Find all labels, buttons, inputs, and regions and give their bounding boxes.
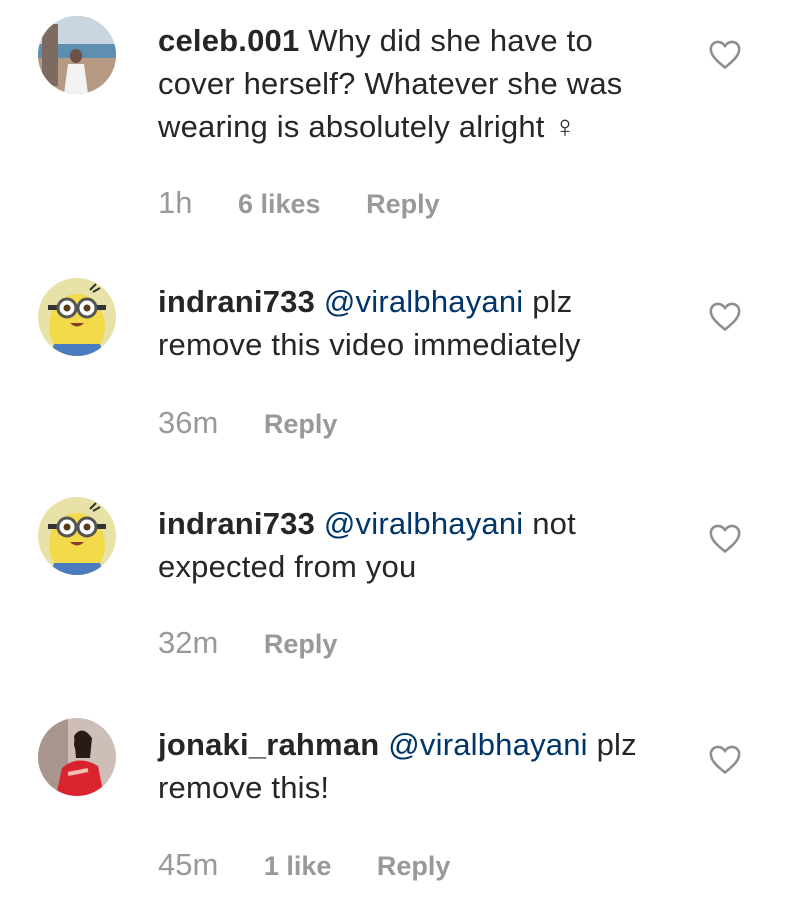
comment-username[interactable]: jonaki_rahman <box>158 727 379 762</box>
like-heart-icon[interactable] <box>708 522 742 554</box>
comment-username[interactable]: indrani733 <box>158 506 315 541</box>
comment-timestamp: 32m <box>158 625 219 660</box>
avatar[interactable] <box>38 497 116 575</box>
comment-likes-count[interactable]: 6 likes <box>238 189 321 219</box>
comment-mention-link[interactable]: @viralbhayani <box>388 727 588 762</box>
beach-photo-avatar-icon <box>38 16 116 94</box>
comment-likes-count[interactable]: 1 like <box>264 851 332 881</box>
comment-username[interactable]: celeb.001 <box>158 23 299 58</box>
reply-button[interactable]: Reply <box>264 629 338 659</box>
like-heart-icon[interactable] <box>708 743 742 775</box>
reply-button[interactable]: Reply <box>264 409 338 439</box>
comment-timestamp: 1h <box>158 185 193 220</box>
like-heart-icon[interactable] <box>708 300 742 332</box>
avatar[interactable] <box>38 16 116 94</box>
minion-avatar-icon <box>38 497 116 575</box>
reply-button[interactable]: Reply <box>366 189 440 219</box>
like-heart-icon[interactable] <box>708 38 742 70</box>
comment-list: celeb.001 Why did she have to cover hers… <box>0 0 800 905</box>
minion-avatar-icon <box>38 278 116 356</box>
reply-button[interactable]: Reply <box>377 851 451 881</box>
avatar[interactable] <box>38 278 116 356</box>
red-dress-photo-avatar-icon <box>38 718 116 796</box>
comment-timestamp: 36m <box>158 405 219 440</box>
avatar[interactable] <box>38 718 116 796</box>
comment-timestamp: 45m <box>158 847 219 882</box>
comment-mention-link[interactable]: @viralbhayani <box>324 284 524 319</box>
comment-mention-link[interactable]: @viralbhayani <box>324 506 524 541</box>
comment-username[interactable]: indrani733 <box>158 284 315 319</box>
